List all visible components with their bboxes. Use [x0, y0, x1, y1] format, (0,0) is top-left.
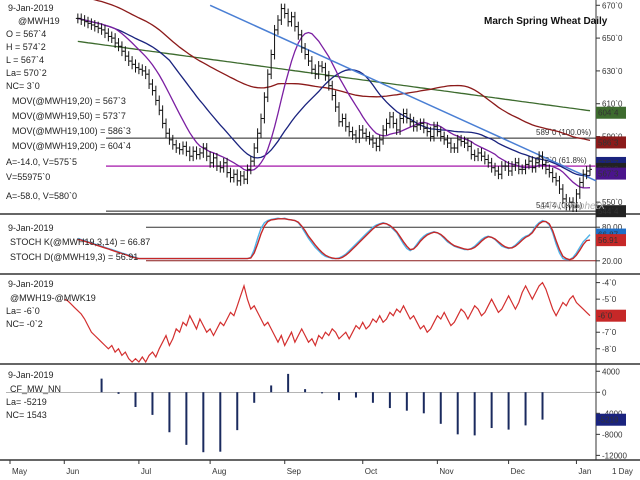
- spread-date: 9-Jan-2019: [8, 279, 54, 289]
- cot-tick-label-0: 4000: [602, 367, 620, 376]
- volume-label: V=55975`0: [6, 172, 50, 182]
- spread-panel: -4`0-5`0-6`0-7`0-8`0-6`0: [64, 279, 626, 364]
- cot-panel: 40000-4000-8000-12000-5219: [6, 367, 627, 460]
- cot-net-change: NC= 1543: [6, 410, 47, 420]
- spread-tick-label-1: -5`0: [602, 295, 617, 304]
- spread-tick-label-4: -8`0: [602, 345, 617, 354]
- spread-badge-0: -6`0: [598, 312, 613, 321]
- stoch-d-label: STOCH D(@MWH19,3) = 56.91: [10, 252, 138, 262]
- price-panel: 589`0 (100.0%)572`0 (61.8%)544`4 (0.0%)6…: [75, 0, 626, 218]
- price-badge-0: 604`4: [598, 109, 619, 118]
- ma100-label: MOV(@MWH19,100) = 586`3: [12, 126, 131, 136]
- price-low: L = 567`4: [6, 55, 44, 65]
- a-line-label: A=-14.0, V=575`5: [6, 157, 77, 167]
- price-high: H = 574`2: [6, 42, 46, 52]
- price-tick-label-1: 650`0: [602, 34, 623, 43]
- stoch-header: 9-Jan-2019 STOCH K(@MWH19,3,14) = 66.87 …: [8, 223, 150, 262]
- cot-tick-label-3: -8000: [602, 430, 623, 439]
- price-tick-label-2: 630`0: [602, 67, 623, 76]
- spread-tick-label-0: -4`0: [602, 279, 617, 288]
- price-tick-label-0: 670`0: [602, 1, 623, 10]
- month-label-5: Oct: [365, 467, 378, 476]
- fib-label-0: 589`0 (100.0%): [536, 128, 591, 137]
- price-last: La= 570`2: [6, 68, 47, 78]
- price-badge-1: 586`3: [598, 138, 619, 147]
- a-line2-label: A=-58.0, V=580`0: [6, 191, 77, 201]
- stochastic-panel: 80.0020.0066.8756.91: [77, 217, 626, 266]
- spread-net-change: NC= -0`2: [6, 319, 43, 329]
- chart-title: March Spring Wheat Daily: [484, 16, 608, 27]
- month-label-2: Jul: [141, 467, 151, 476]
- price-header: 9-Jan-2019 @MWH19 O = 567`4 H = 574`2 L …: [6, 3, 608, 212]
- cot-tick-label-4: -12000: [602, 451, 627, 460]
- cot-header: 9-Jan-2019 CF_MW_NN La= -5219 NC= 1543: [6, 370, 61, 420]
- price-badge-4: 567`3: [598, 170, 619, 179]
- price-date: 9-Jan-2019: [8, 3, 54, 13]
- month-label-8: Jan: [578, 467, 591, 476]
- ma20-line: [77, 17, 591, 189]
- ma50-label: MOV(@MWH19,50) = 573`7: [12, 111, 126, 121]
- spread-tick-label-3: -7`0: [602, 328, 617, 337]
- cot-last: La= -5219: [6, 397, 47, 407]
- panel-frames: [0, 0, 640, 461]
- ma50-line: [77, 17, 590, 177]
- cot-badge-0: -5219: [598, 416, 619, 425]
- month-label-4: Sep: [287, 467, 302, 476]
- stoch-badge-1: 56.91: [598, 236, 619, 245]
- stoch-series-0: [77, 217, 591, 261]
- spread-header: 9-Jan-2019 @MWH19-@MWK19 La= -6`0 NC= -0…: [6, 279, 96, 329]
- month-label-6: Nov: [439, 467, 453, 476]
- stoch-series-1: [77, 218, 591, 261]
- stoch-k-label: STOCH K(@MWH19,3,14) = 66.87: [10, 237, 150, 247]
- x-axis: May Jun Jul Aug Sep Oct Nov Dec Jan 1 Day: [9, 460, 633, 476]
- cot-tick-label-1: 0: [602, 388, 607, 397]
- month-label-1: Jun: [66, 467, 79, 476]
- month-label-7: Dec: [511, 467, 525, 476]
- price-symbol: @MWH19: [18, 16, 60, 26]
- stoch-tick-label-1: 20.00: [602, 257, 623, 266]
- chart-canvas: 589`0 (100.0%)572`0 (61.8%)544`4 (0.0%)6…: [0, 0, 640, 476]
- cot-date: 9-Jan-2019: [8, 370, 54, 380]
- month-label-0: May: [12, 467, 27, 476]
- spread-series-0: [64, 281, 591, 364]
- stoch-date: 9-Jan-2019: [8, 223, 54, 233]
- spread-symbol: @MWH19-@MWK19: [10, 293, 96, 303]
- watermark: DTN ProphetX: [540, 201, 605, 212]
- spread-last: La= -6`0: [6, 306, 40, 316]
- price-open: O = 567`4: [6, 29, 46, 39]
- price-net-change: NC= 3`0: [6, 81, 40, 91]
- month-label-3: Aug: [212, 467, 226, 476]
- ma200-label: MOV(@MWH19,200) = 604`4: [12, 141, 131, 151]
- ma20-label: MOV(@MWH19,20) = 567`3: [12, 96, 126, 106]
- cot-symbol: CF_MW_NN: [10, 384, 61, 394]
- timeframe-label: 1 Day: [612, 467, 633, 476]
